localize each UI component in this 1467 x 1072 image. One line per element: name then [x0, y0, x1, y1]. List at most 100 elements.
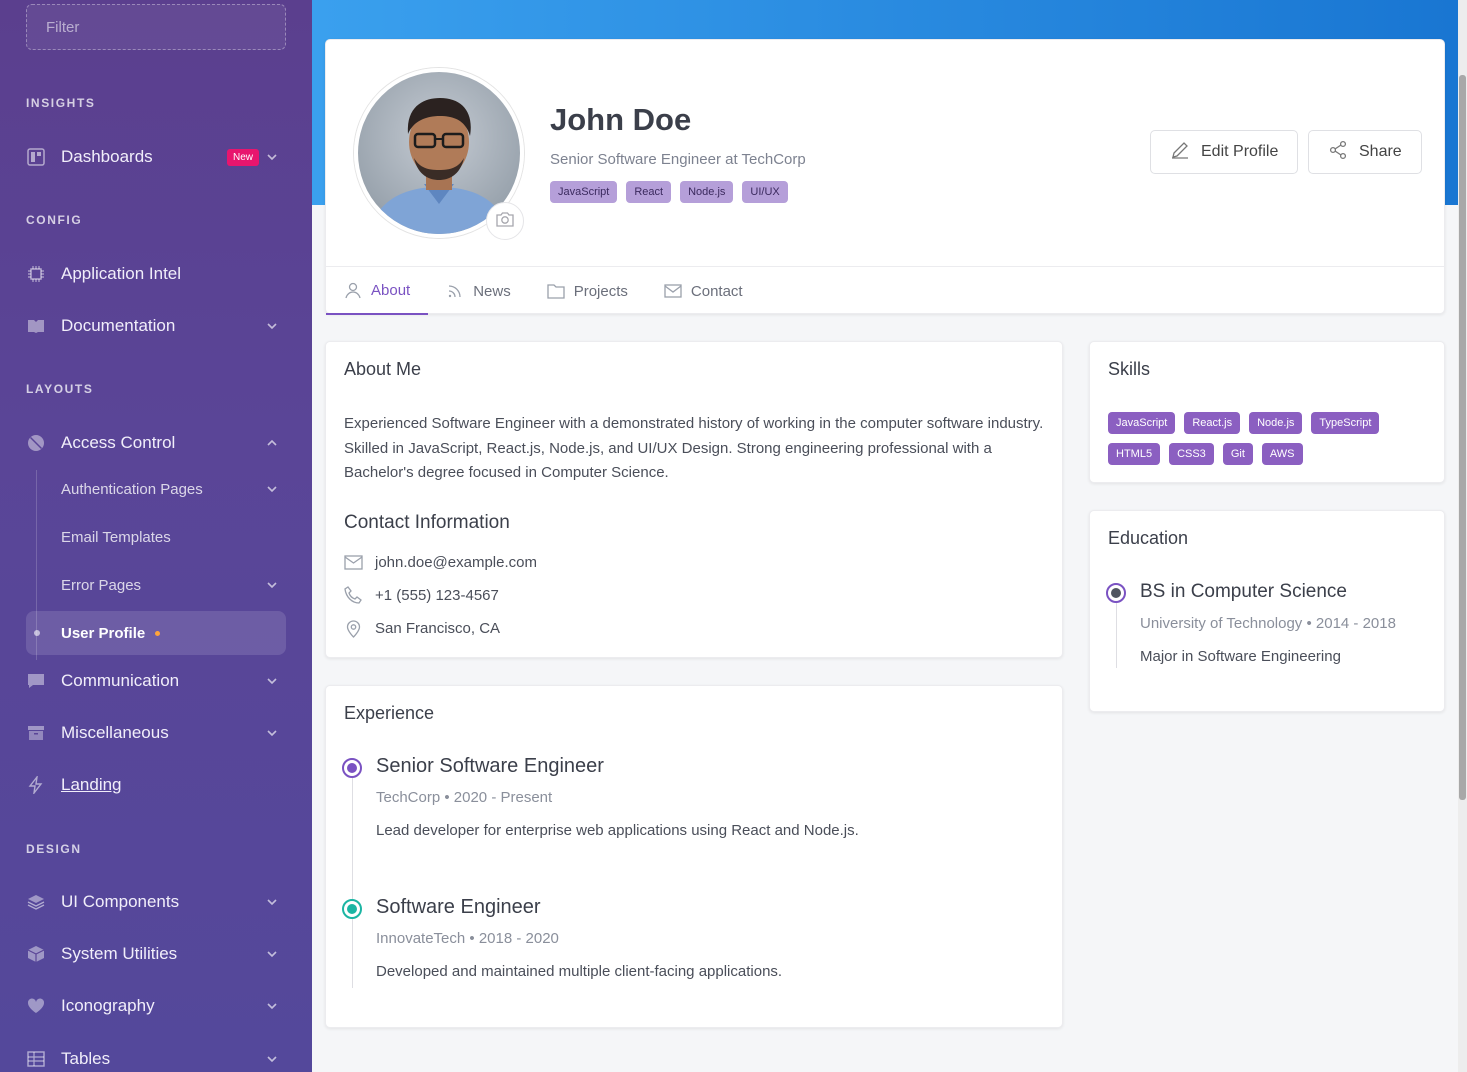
- sidebar-item-label: Dashboards: [61, 147, 153, 166]
- profile-tabs: About News Projects Contact: [326, 266, 1444, 315]
- sidebar-item-access-control[interactable]: Access Control: [26, 423, 286, 463]
- archive-icon: [26, 723, 46, 743]
- sidebar-item-label: Tables: [61, 1049, 111, 1068]
- sidebar-item-label: Access Control: [61, 433, 176, 452]
- timeline-line: [1116, 603, 1117, 668]
- sidebar-item-email-templates[interactable]: Email Templates: [26, 515, 286, 559]
- section-label-config: CONFIG: [26, 213, 83, 227]
- sidebar: INSIGHTS Dashboards New CONFIG Applicati…: [0, 0, 312, 1072]
- tab-label: Projects: [573, 282, 628, 300]
- skills-list: JavaScript React.js Node.js TypeScript H…: [1108, 412, 1408, 465]
- tab-projects[interactable]: Projects: [529, 267, 646, 315]
- edit-profile-label: Edit Profile: [1201, 143, 1279, 160]
- profile-tag: React: [626, 181, 672, 203]
- package-icon: [26, 944, 46, 964]
- timeline-dot: [1106, 583, 1126, 603]
- pencil-icon: [1170, 140, 1190, 165]
- edit-profile-button[interactable]: Edit Profile: [1150, 130, 1299, 174]
- chevron-down-icon: [264, 1051, 280, 1067]
- about-card: About Me Experienced Software Engineer w…: [325, 341, 1063, 658]
- profile-tag: UI/UX: [742, 181, 788, 203]
- education-title: Education: [1108, 528, 1189, 548]
- about-text: Experienced Software Engineer with a dem…: [344, 415, 1044, 481]
- sidebar-item-application-intel[interactable]: Application Intel: [26, 254, 286, 294]
- skills-title: Skills: [1108, 359, 1151, 379]
- bolt-icon: [26, 775, 46, 795]
- sidebar-item-label: Landing: [61, 775, 122, 794]
- sidebar-item-label: Miscellaneous: [61, 723, 169, 742]
- skills-card: Skills JavaScript React.js Node.js TypeS…: [1089, 341, 1445, 483]
- page-scrollbar[interactable]: [1458, 0, 1467, 1072]
- new-badge: New: [226, 149, 259, 166]
- active-dot: [34, 630, 40, 636]
- profile-tag: JavaScript: [550, 181, 618, 203]
- skill-badge: AWS: [1261, 443, 1303, 465]
- sidebar-item-iconography[interactable]: Iconography: [26, 986, 286, 1026]
- scrollbar-thumb[interactable]: [1459, 75, 1466, 800]
- chevron-down-icon: [264, 577, 280, 593]
- job-title: Senior Software Engineer: [376, 755, 604, 777]
- skill-badge: JavaScript: [1108, 412, 1176, 434]
- tab-about[interactable]: About: [326, 267, 429, 315]
- chevron-down-icon: [264, 946, 280, 962]
- timeline-dot: [342, 899, 362, 919]
- sidebar-item-tables[interactable]: Tables: [26, 1039, 286, 1072]
- share-label: Share: [1359, 143, 1402, 160]
- sidebar-item-communication[interactable]: Communication: [26, 661, 286, 701]
- chevron-down-icon: [264, 481, 280, 497]
- job-company: TechCorp • 2020 - Present: [376, 789, 553, 806]
- tab-news[interactable]: News: [428, 267, 529, 315]
- skill-badge: Node.js: [1249, 412, 1303, 434]
- chevron-up-icon: [264, 435, 280, 451]
- phone-icon: [344, 586, 363, 605]
- folder-icon: [547, 282, 565, 300]
- job-company: InnovateTech • 2018 - 2020: [376, 930, 559, 947]
- contact-phone[interactable]: +1 (555) 123-4567: [344, 586, 499, 605]
- heart-icon: [26, 996, 46, 1016]
- sidebar-item-error-pages[interactable]: Error Pages: [26, 563, 286, 607]
- sidebar-item-system-utilities[interactable]: System Utilities: [26, 934, 286, 974]
- skill-badge: TypeScript: [1311, 412, 1380, 434]
- sidebar-item-dashboards[interactable]: Dashboards New: [26, 137, 286, 177]
- section-label-insights: INSIGHTS: [26, 96, 96, 110]
- sidebar-item-user-profile[interactable]: User Profile: [26, 611, 286, 655]
- about-title: About Me: [344, 359, 422, 379]
- filter-field[interactable]: [26, 4, 286, 50]
- share-button[interactable]: Share: [1308, 130, 1422, 174]
- experience-card: Experience Senior Software Engineer Tech…: [325, 685, 1063, 1028]
- contact-email[interactable]: john.doe@example.com: [344, 553, 537, 572]
- sidebar-item-documentation[interactable]: Documentation: [26, 306, 286, 346]
- profile-tag: Node.js: [680, 181, 734, 203]
- chat-icon: [26, 671, 46, 691]
- sidebar-item-ui-components[interactable]: UI Components: [26, 882, 286, 922]
- sidebar-item-label: User Profile: [61, 624, 146, 642]
- tab-label: About: [371, 281, 411, 299]
- education-card: Education BS in Computer Science Univers…: [1089, 510, 1445, 712]
- sidebar-item-label: System Utilities: [61, 944, 178, 963]
- sidebar-item-miscellaneous[interactable]: Miscellaneous: [26, 713, 286, 753]
- change-photo-button[interactable]: [486, 202, 524, 240]
- job-title: Software Engineer: [376, 896, 541, 918]
- sidebar-item-authentication-pages[interactable]: Authentication Pages: [26, 467, 286, 511]
- job-description: Developed and maintained multiple client…: [376, 963, 783, 980]
- sidebar-item-label: Documentation: [61, 316, 176, 335]
- profile-name: John Doe: [550, 102, 692, 137]
- timeline-line: [352, 778, 353, 988]
- mail-icon: [664, 282, 682, 300]
- job-description: Lead developer for enterprise web applic…: [376, 822, 859, 839]
- filter-input[interactable]: [46, 18, 266, 36]
- share-icon: [1328, 140, 1348, 165]
- sidebar-item-landing[interactable]: Landing: [26, 765, 286, 805]
- dashboard-icon: [26, 147, 46, 167]
- tab-contact[interactable]: Contact: [646, 267, 761, 315]
- timeline-dot: [342, 758, 362, 778]
- rss-icon: [446, 282, 464, 300]
- contact-location: San Francisco, CA: [344, 619, 500, 638]
- sidebar-item-label: Application Intel: [61, 264, 182, 283]
- section-label-design: DESIGN: [26, 842, 82, 856]
- degree-title: BS in Computer Science: [1140, 581, 1347, 602]
- sidebar-item-label: Authentication Pages: [61, 480, 203, 498]
- chip-icon: [26, 264, 46, 284]
- profile-role: Senior Software Engineer at TechCorp: [550, 151, 806, 168]
- skill-badge: HTML5: [1108, 443, 1161, 465]
